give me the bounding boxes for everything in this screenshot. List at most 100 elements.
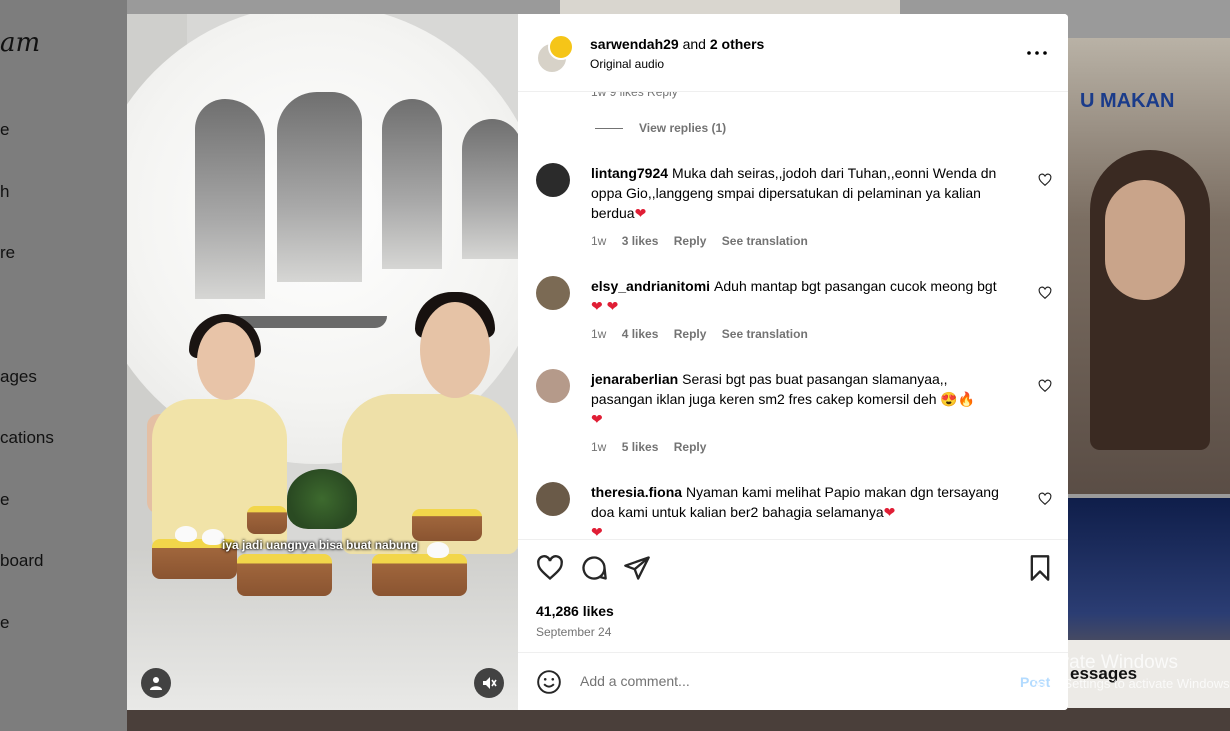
- comment-bubble-icon[interactable]: [580, 554, 608, 582]
- commenter-username[interactable]: jenaraberlian: [591, 371, 678, 387]
- video-scene: [427, 542, 449, 558]
- windows-activation-watermark: Activate Windows Go to Settings to activ…: [1028, 652, 1230, 691]
- author-avatar[interactable]: [536, 34, 574, 74]
- see-translation-button[interactable]: See translation: [722, 327, 808, 341]
- video-scene: [197, 322, 255, 400]
- video-scene: [462, 119, 518, 259]
- heart-emoji: ❤: [591, 524, 603, 539]
- author-avatar-image: [548, 34, 574, 60]
- like-comment-heart-icon[interactable]: [1038, 379, 1052, 393]
- comment-meta: 1w 4 likes Reply See translation: [591, 327, 820, 341]
- video-scene: [237, 316, 387, 328]
- like-comment-heart-icon[interactable]: [1038, 286, 1052, 300]
- video-scene: [412, 509, 482, 541]
- post-authors: sarwendah29 and 2 others: [590, 36, 764, 52]
- author-username-link[interactable]: sarwendah29: [590, 36, 679, 52]
- and-text: and: [682, 36, 706, 52]
- commenter-avatar[interactable]: [536, 369, 570, 403]
- save-bookmark-icon[interactable]: [1026, 554, 1054, 582]
- comment-time[interactable]: 1w: [591, 234, 606, 248]
- see-translation-button[interactable]: See translation: [722, 234, 808, 248]
- reply-button[interactable]: Reply: [674, 327, 707, 341]
- video-scene: [382, 99, 442, 269]
- sidebar-nav-item[interactable]: e: [0, 120, 9, 140]
- post-modal: iya jadi uangnya bisa buat nabung sarwen…: [127, 14, 1068, 710]
- muted-speaker-icon: [483, 677, 497, 689]
- heart-emoji: ❤ ❤: [591, 298, 619, 314]
- video-scene: [287, 469, 357, 529]
- video-subtitle: iya jadi uangnya bisa buat nabung: [222, 538, 419, 552]
- post-details-panel: sarwendah29 and 2 others Original audio …: [518, 14, 1068, 710]
- sidebar-nav-item[interactable]: ages: [0, 367, 37, 387]
- comment-text: elsy_andrianitomi Aduh mantap bgt pasanga…: [591, 276, 1003, 316]
- sidebar-nav-item[interactable]: h: [0, 182, 9, 202]
- replies-divider-line: [595, 127, 623, 129]
- watermark-subtitle: Go to Settings to activate Windows.: [1028, 676, 1230, 691]
- background-sidebar: am e h re ages cations e board e: [0, 0, 127, 731]
- comment-text: theresia.fiona Nyaman kami melihat Papio …: [591, 482, 1003, 539]
- video-scene: [195, 99, 265, 299]
- comment-time[interactable]: 1w: [591, 327, 606, 341]
- comment-text: jenaraberlian Serasi bgt pas buat pasanga…: [591, 369, 1003, 429]
- reply-button[interactable]: Reply: [674, 440, 707, 454]
- comment-meta: 1w 5 likes Reply: [591, 440, 718, 454]
- sidebar-nav-item[interactable]: e: [0, 613, 9, 633]
- view-replies-button[interactable]: View replies (1): [595, 121, 726, 135]
- commenter-username[interactable]: lintang7924: [591, 165, 668, 181]
- view-replies-label: View replies (1): [639, 121, 727, 135]
- comment-likes[interactable]: 3 likes: [622, 234, 659, 248]
- likes-count[interactable]: 41,286 likes: [536, 603, 614, 619]
- emoji-smiley-icon[interactable]: [536, 669, 562, 695]
- video-scene: [372, 554, 467, 596]
- background-tile-photo: [1105, 180, 1185, 300]
- background-tile-heading: U MAKAN: [1080, 90, 1175, 112]
- reply-button[interactable]: Reply: [674, 234, 707, 248]
- comment-time[interactable]: 1w: [591, 440, 606, 454]
- post-date[interactable]: September 24: [536, 625, 611, 639]
- post-header: sarwendah29 and 2 others Original audio: [518, 14, 1068, 92]
- sidebar-nav-item[interactable]: re: [0, 243, 15, 263]
- comment-likes[interactable]: 5 likes: [622, 440, 659, 454]
- sidebar-nav-item[interactable]: cations: [0, 428, 54, 448]
- video-scene: [202, 529, 224, 545]
- sidebar-nav-item[interactable]: e: [0, 490, 9, 510]
- commenter-username[interactable]: theresia.fiona: [591, 484, 682, 500]
- commenter-avatar[interactable]: [536, 163, 570, 197]
- video-scene: [247, 506, 287, 534]
- background-tile: [560, 0, 900, 14]
- like-heart-icon[interactable]: [536, 554, 564, 582]
- comments-list[interactable]: 1w 9 likes Reply View replies (1) lintan…: [518, 91, 1068, 539]
- more-options-button[interactable]: [1024, 42, 1050, 64]
- add-comment-bar: Add a comment... Post: [518, 652, 1068, 710]
- video-scene: [420, 302, 490, 398]
- share-paper-plane-icon[interactable]: [623, 554, 651, 582]
- comment-meta-cut: 1w 9 likes Reply: [591, 91, 678, 99]
- heart-emoji: ❤: [591, 411, 603, 427]
- video-scene: [277, 92, 362, 282]
- tagged-people-button[interactable]: [141, 668, 171, 698]
- comment-likes[interactable]: 4 likes: [622, 327, 659, 341]
- heart-emoji: ❤: [883, 504, 896, 520]
- reel-video[interactable]: iya jadi uangnya bisa buat nabung: [127, 14, 518, 710]
- comment-meta: 1w 3 likes Reply See translation: [591, 234, 820, 248]
- heart-emoji: ❤: [634, 205, 647, 221]
- add-comment-input[interactable]: Add a comment...: [580, 673, 690, 689]
- background-tile-row: [127, 708, 1230, 731]
- comment-text: lintang7924 Muka dah seiras,,jodoh dari T…: [591, 163, 1003, 223]
- more-horizontal-icon: [1027, 51, 1047, 55]
- audio-link[interactable]: Original audio: [590, 57, 664, 71]
- commenter-username[interactable]: elsy_andrianitomi: [591, 278, 710, 294]
- commenter-avatar[interactable]: [536, 482, 570, 516]
- commenter-avatar[interactable]: [536, 276, 570, 310]
- collaborators-link[interactable]: 2 others: [710, 36, 764, 52]
- video-scene: [175, 526, 197, 542]
- watermark-title: Activate Windows: [1028, 652, 1178, 673]
- sidebar-nav-item[interactable]: board: [0, 551, 43, 571]
- comment-content: Aduh mantap bgt pasangan cucok meong bgt: [714, 278, 997, 294]
- person-icon: [150, 677, 162, 690]
- video-scene: [237, 554, 332, 596]
- post-actions: 41,286 likes September 24: [518, 539, 1068, 653]
- mute-button[interactable]: [474, 668, 504, 698]
- like-comment-heart-icon[interactable]: [1038, 173, 1052, 187]
- like-comment-heart-icon[interactable]: [1038, 492, 1052, 506]
